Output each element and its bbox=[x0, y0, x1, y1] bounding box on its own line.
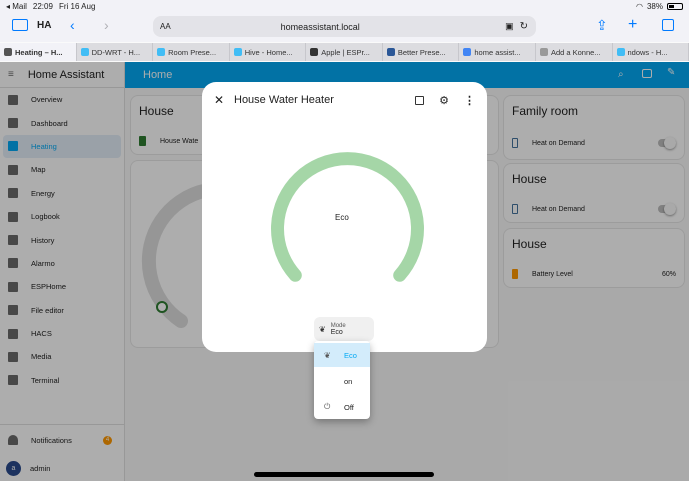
tab-bar: Heating – H... DD-WRT - H... Room Prese...… bbox=[0, 43, 689, 61]
tab-label: Add a Konne... bbox=[550, 47, 601, 57]
tab-label: Heating – H... bbox=[15, 47, 63, 57]
tab-favicon-icon bbox=[463, 48, 472, 56]
browser-tab[interactable]: Hive - Home... bbox=[230, 43, 307, 61]
home-indicator bbox=[254, 472, 434, 477]
browser-tab[interactable]: ndows - H... bbox=[613, 43, 689, 61]
menu-item-on[interactable]: on bbox=[314, 369, 370, 393]
more-info-dialog: ✕ House Water Heater ⚙ ⋮ Eco bbox=[202, 82, 487, 352]
tab-overview-icon[interactable] bbox=[662, 19, 674, 31]
browser-tab[interactable]: home assist... bbox=[459, 43, 536, 61]
menu-item-eco[interactable]: ❦ Eco bbox=[314, 343, 370, 367]
forward-icon[interactable]: › bbox=[104, 17, 109, 33]
menu-item-label: Eco bbox=[344, 350, 357, 360]
tab-favicon-icon bbox=[4, 48, 12, 56]
url-text: homeassistant.local bbox=[280, 21, 360, 32]
tab-label: Room Prese... bbox=[168, 47, 217, 57]
mode-value: Eco bbox=[330, 328, 343, 336]
browser-tab[interactable]: DD-WRT - H... bbox=[77, 43, 154, 61]
battery-icon bbox=[667, 2, 683, 10]
menu-item-label: on bbox=[344, 376, 353, 386]
mode-dropdown-menu: ❦ Eco on ⏻ Off bbox=[314, 341, 370, 419]
tab-favicon-icon bbox=[386, 48, 395, 56]
tab-label: ndows - H... bbox=[627, 47, 668, 57]
mode-label: Mode bbox=[330, 322, 346, 329]
reload-icon[interactable]: ↻ bbox=[520, 21, 528, 32]
tab-favicon-icon bbox=[80, 48, 89, 56]
menu-item-label: Off bbox=[344, 402, 354, 412]
date: Fri 16 Aug bbox=[58, 1, 96, 11]
share-icon[interactable]: ⇪ bbox=[596, 17, 608, 34]
tab-label: Apple | ESPr... bbox=[321, 47, 370, 57]
sidebar-toggle-icon[interactable] bbox=[12, 19, 28, 31]
reader-icon[interactable]: ▣ bbox=[505, 21, 514, 32]
browser-tab[interactable]: Apple | ESPr... bbox=[306, 43, 383, 61]
wifi-icon: ◠ bbox=[636, 1, 643, 11]
browser-tab[interactable]: Add a Konne... bbox=[536, 43, 613, 61]
back-to-app-link[interactable]: ◂ Mail bbox=[6, 2, 27, 11]
mode-select[interactable]: ❦ Mode Eco bbox=[314, 317, 374, 341]
tab-label: DD-WRT - H... bbox=[91, 47, 141, 57]
text-size-button[interactable]: AA bbox=[160, 22, 171, 31]
tab-label: Hive - Home... bbox=[244, 47, 293, 57]
tab-favicon-icon bbox=[310, 48, 319, 56]
browser-tab[interactable]: Better Prese... bbox=[383, 43, 460, 61]
tab-label: home assist... bbox=[474, 47, 521, 57]
tab-group-label[interactable]: HA bbox=[37, 20, 51, 31]
tab-favicon-icon bbox=[157, 48, 166, 56]
ios-status-bar: ◂ Mail 22:09 Fri 16 Aug ◠ 38% bbox=[0, 0, 689, 12]
clock: 22:09 bbox=[32, 1, 53, 11]
browser-tab[interactable]: Heating – H... bbox=[0, 43, 77, 61]
gauge-mode-label: Eco bbox=[335, 213, 349, 222]
tab-favicon-icon bbox=[233, 48, 242, 56]
browser-tab[interactable]: Room Prese... bbox=[153, 43, 230, 61]
menu-item-off[interactable]: ⏻ Off bbox=[314, 395, 370, 419]
leaf-icon: ❦ bbox=[324, 350, 331, 360]
address-bar[interactable]: AA homeassistant.local ▣ ↻ bbox=[153, 16, 536, 37]
tab-favicon-icon bbox=[539, 48, 548, 56]
battery-percent: 38% bbox=[646, 1, 663, 11]
back-icon[interactable]: ‹ bbox=[70, 17, 75, 33]
tab-label: Better Prese... bbox=[397, 47, 446, 57]
new-tab-icon[interactable]: + bbox=[628, 16, 637, 34]
leaf-icon: ❦ bbox=[319, 324, 326, 334]
power-icon: ⏻ bbox=[324, 402, 331, 411]
tab-favicon-icon bbox=[616, 48, 625, 56]
